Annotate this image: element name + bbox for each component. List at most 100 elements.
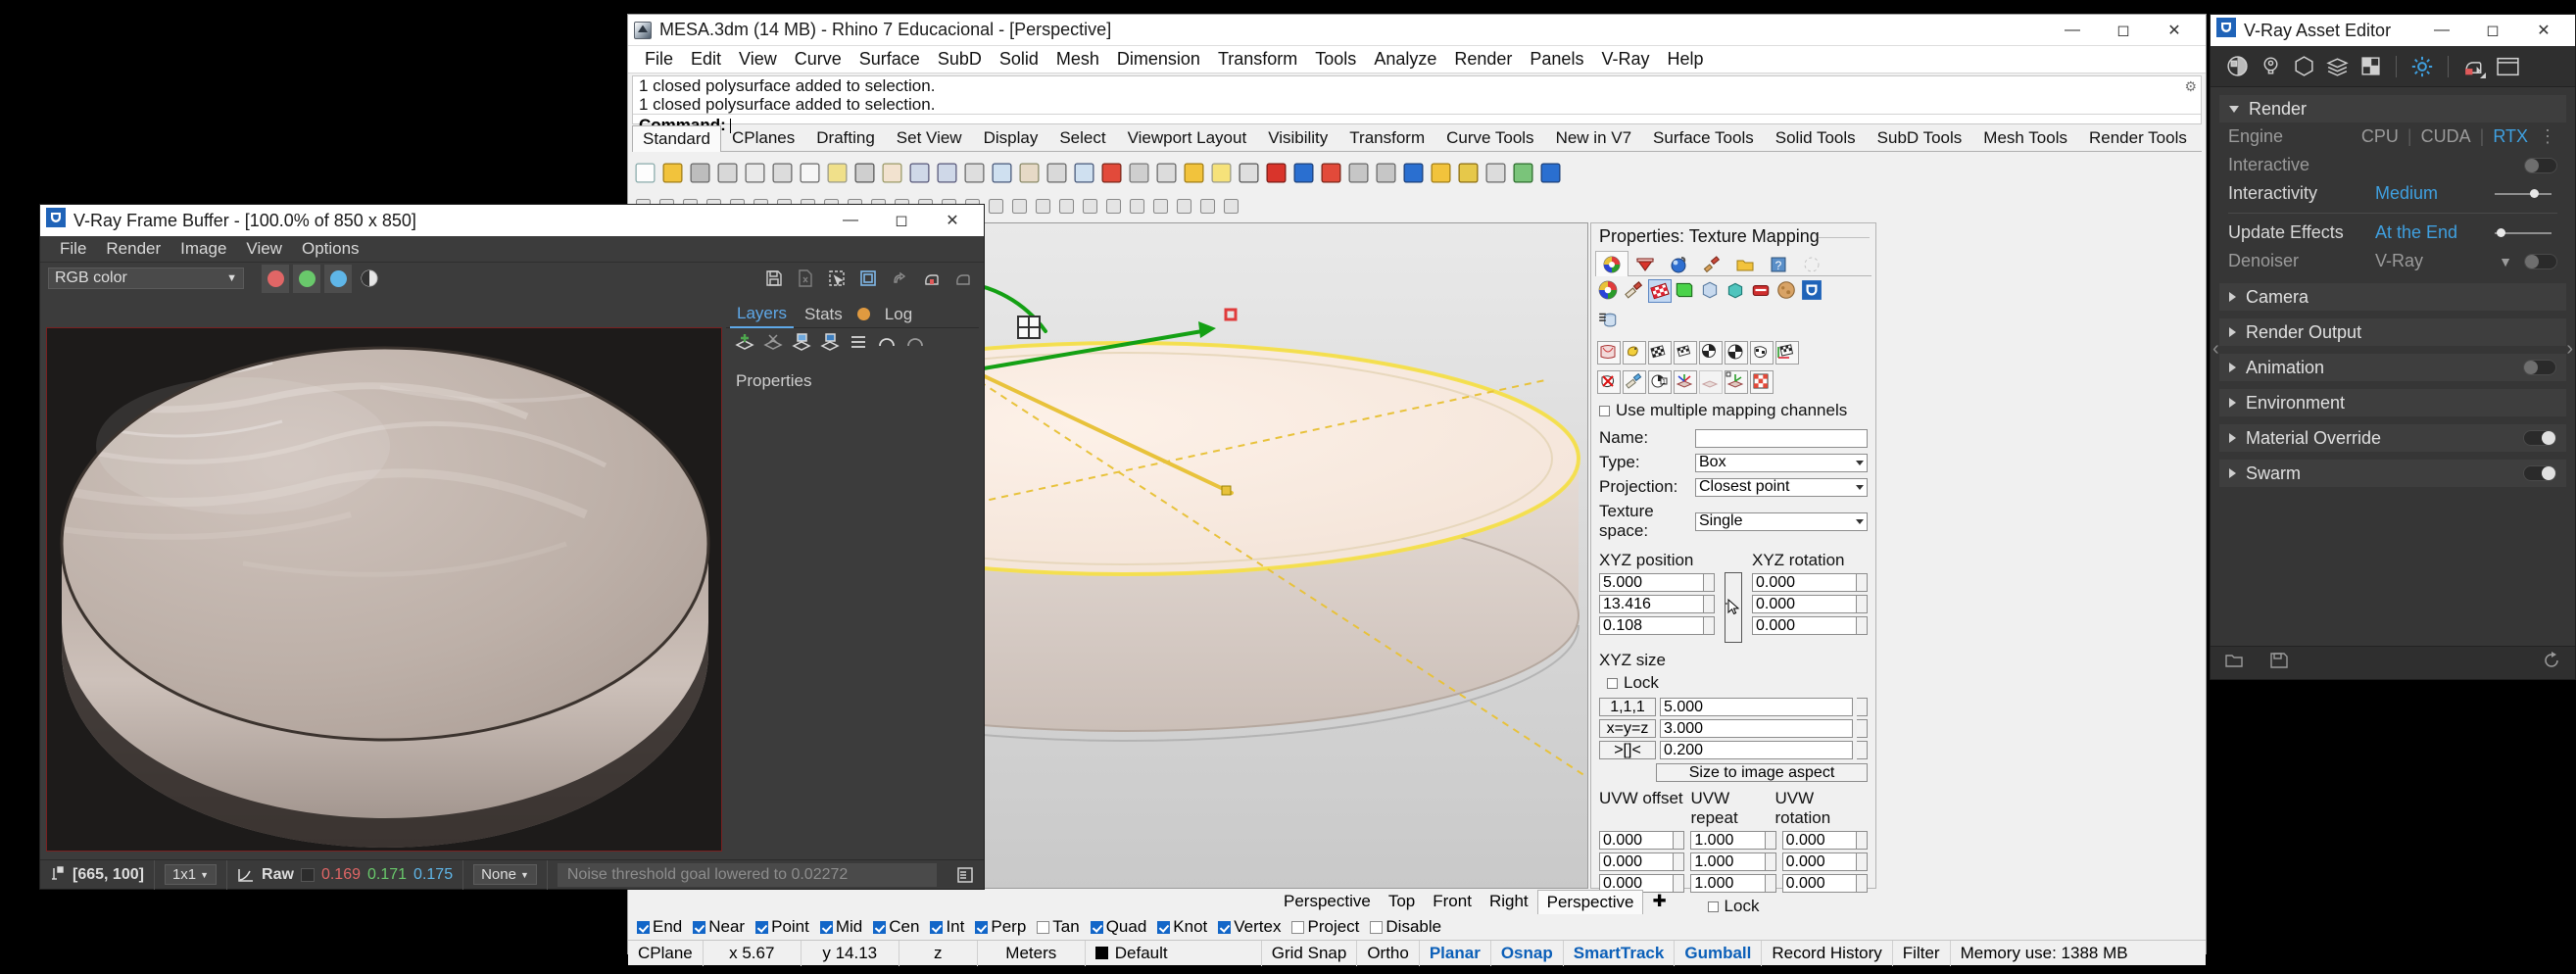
vfb-stop-render-icon[interactable] bbox=[948, 265, 976, 293]
settings-icon[interactable] bbox=[1455, 160, 1482, 186]
osnap-near[interactable]: Near bbox=[689, 917, 749, 937]
vray-materials-icon[interactable] bbox=[2220, 50, 2254, 83]
uvw-offset-w-spinner[interactable] bbox=[1674, 874, 1685, 893]
status-toggle-gumball[interactable]: Gumball bbox=[1675, 940, 1763, 966]
size-preset-xyz-button[interactable]: x=y=z bbox=[1599, 719, 1656, 738]
zoom-window-icon[interactable] bbox=[934, 160, 960, 186]
osnap-disable-checkbox[interactable] bbox=[1370, 920, 1384, 934]
uvw-rotation-w[interactable]: 0.000 bbox=[1781, 874, 1857, 893]
copy-to-clipboard-icon[interactable] bbox=[742, 160, 768, 186]
vray-save-scene-icon[interactable] bbox=[2269, 652, 2289, 675]
menu-transform[interactable]: Transform bbox=[1209, 47, 1306, 72]
pick-position-button[interactable] bbox=[1725, 572, 1742, 643]
uvw-rotation-v[interactable]: 0.000 bbox=[1781, 852, 1857, 871]
new-file-icon[interactable] bbox=[632, 160, 658, 186]
vfb-render-last-icon[interactable] bbox=[886, 265, 913, 293]
vfb-render-region-icon[interactable] bbox=[854, 265, 882, 293]
xyz-size-z-spinner[interactable] bbox=[1857, 741, 1868, 759]
paste-icon[interactable] bbox=[824, 160, 851, 186]
xyz-position-z[interactable]: 0.108 bbox=[1599, 616, 1704, 635]
xyz-position-x[interactable]: 5.000 bbox=[1599, 573, 1704, 592]
prop-icon-texture-mapping[interactable] bbox=[1648, 279, 1672, 303]
tab-layers-icon[interactable] bbox=[1728, 251, 1762, 276]
xyz-rotation-x-spinner[interactable] bbox=[1857, 573, 1868, 592]
mapping-custom-mesh-icon[interactable] bbox=[1750, 341, 1774, 365]
osnap-cen[interactable]: Cen bbox=[869, 917, 923, 937]
xyz-rotation-y-spinner[interactable] bbox=[1857, 595, 1868, 613]
osnap-end-checkbox[interactable] bbox=[637, 920, 650, 934]
xyz-size-z[interactable]: 0.200 bbox=[1660, 741, 1853, 759]
prop-icon-texture-ball[interactable] bbox=[1775, 279, 1799, 303]
vfb-menu-file[interactable]: File bbox=[50, 237, 96, 261]
rhino-maximize-button[interactable]: ◻ bbox=[2098, 15, 2149, 46]
vfb-blue-channel-button[interactable] bbox=[324, 264, 352, 293]
uvw-offset-u-spinner[interactable] bbox=[1674, 831, 1685, 850]
osnap-end[interactable]: End bbox=[633, 917, 686, 937]
osnap-disable[interactable]: Disable bbox=[1366, 917, 1445, 937]
mapping-channel-icon[interactable]: 1 bbox=[1648, 370, 1672, 394]
vfb-minimize-button[interactable]: — bbox=[825, 205, 876, 236]
render-preview-icon[interactable] bbox=[1126, 160, 1152, 186]
vfb-delete-layer-icon[interactable] bbox=[762, 332, 784, 360]
mapping-remove-icon[interactable] bbox=[1597, 370, 1621, 394]
vray-section-material-override-toggle[interactable] bbox=[2523, 430, 2556, 446]
menu-view[interactable]: View bbox=[730, 47, 786, 72]
xyz-rotation-y[interactable]: 0.000 bbox=[1752, 595, 1857, 613]
vfb-export-icon[interactable] bbox=[792, 265, 819, 293]
menu-edit[interactable]: Edit bbox=[682, 47, 730, 72]
osnap-quad[interactable]: Quad bbox=[1087, 917, 1151, 937]
tab-environment-icon[interactable] bbox=[1662, 251, 1695, 276]
tab-material-icon[interactable] bbox=[1628, 251, 1662, 276]
vray-minimize-button[interactable]: — bbox=[2416, 15, 2467, 46]
osnap-vertex[interactable]: Vertex bbox=[1214, 917, 1285, 937]
tab-display-icon[interactable] bbox=[1695, 251, 1728, 276]
prop-icon-mailbox[interactable] bbox=[1750, 279, 1774, 303]
rhino-close-button[interactable]: ✕ bbox=[2149, 15, 2200, 46]
uvw-offset-v-spinner[interactable] bbox=[1674, 852, 1685, 871]
uvw-offset-u[interactable]: 0.000 bbox=[1599, 831, 1675, 850]
vray-section-swarm[interactable]: Swarm bbox=[2219, 460, 2566, 487]
vray-expand-right-icon[interactable]: › bbox=[2566, 338, 2573, 361]
status-cplane[interactable]: CPlane bbox=[628, 940, 704, 966]
uvw-offset-v[interactable]: 0.000 bbox=[1599, 852, 1675, 871]
mapping-paint-icon[interactable] bbox=[1623, 370, 1646, 394]
vray-denoiser-toggle[interactable] bbox=[2524, 253, 2557, 269]
uvw-lock-checkbox[interactable] bbox=[1707, 901, 1719, 912]
undo-icon[interactable] bbox=[851, 160, 878, 186]
vfb-undo-icon[interactable] bbox=[876, 332, 898, 360]
osnap-mid-checkbox[interactable] bbox=[819, 920, 833, 934]
xyz-rotation-x[interactable]: 0.000 bbox=[1752, 573, 1857, 592]
vray-section-camera[interactable]: Camera bbox=[2219, 283, 2566, 311]
vfb-sample-size[interactable]: 1x1 ▼ bbox=[164, 864, 218, 885]
tab-object-properties-icon[interactable] bbox=[1595, 251, 1628, 276]
viewport-tab-right[interactable]: Right bbox=[1481, 890, 1537, 913]
properties-icon[interactable] bbox=[1153, 160, 1180, 186]
menu-curve[interactable]: Curve bbox=[786, 47, 851, 72]
vfb-layer-list-icon[interactable] bbox=[848, 332, 869, 360]
color-picker-icon[interactable] bbox=[1290, 160, 1317, 186]
vfb-redo-icon[interactable] bbox=[904, 332, 926, 360]
uvw-repeat-w-spinner[interactable] bbox=[1765, 874, 1776, 893]
mapping-edit-widget-icon[interactable] bbox=[1725, 370, 1748, 394]
vray-lights-icon[interactable] bbox=[2254, 50, 2287, 83]
menu-vray[interactable]: V-Ray bbox=[1592, 47, 1658, 72]
color-wheel-icon[interactable] bbox=[1318, 160, 1344, 186]
menu-file[interactable]: File bbox=[636, 47, 682, 72]
vray-engine-rtx[interactable]: RTX bbox=[2493, 126, 2528, 147]
xyz-size-y[interactable]: 3.000 bbox=[1660, 719, 1853, 738]
vfb-region-select-icon[interactable] bbox=[823, 265, 851, 293]
uvw-rotation-w-spinner[interactable] bbox=[1856, 874, 1868, 893]
lock-icon[interactable] bbox=[1236, 160, 1262, 186]
menu-tools[interactable]: Tools bbox=[1306, 47, 1365, 72]
menu-subd[interactable]: SubD bbox=[929, 47, 991, 72]
xyz-position-x-spinner[interactable] bbox=[1704, 573, 1715, 592]
trim-icon[interactable] bbox=[985, 195, 1007, 218]
xyz-rotation-z-spinner[interactable] bbox=[1857, 616, 1868, 635]
vfb-maximize-button[interactable]: ◻ bbox=[876, 205, 927, 236]
mapping-cylinder-icon[interactable] bbox=[1725, 341, 1748, 365]
status-toggle-grid-snap[interactable]: Grid Snap bbox=[1262, 940, 1358, 966]
sphere-grey2-icon[interactable] bbox=[1373, 160, 1399, 186]
material-icon[interactable] bbox=[1263, 160, 1289, 186]
osnap-int[interactable]: Int bbox=[926, 917, 968, 937]
menu-surface[interactable]: Surface bbox=[851, 47, 929, 72]
